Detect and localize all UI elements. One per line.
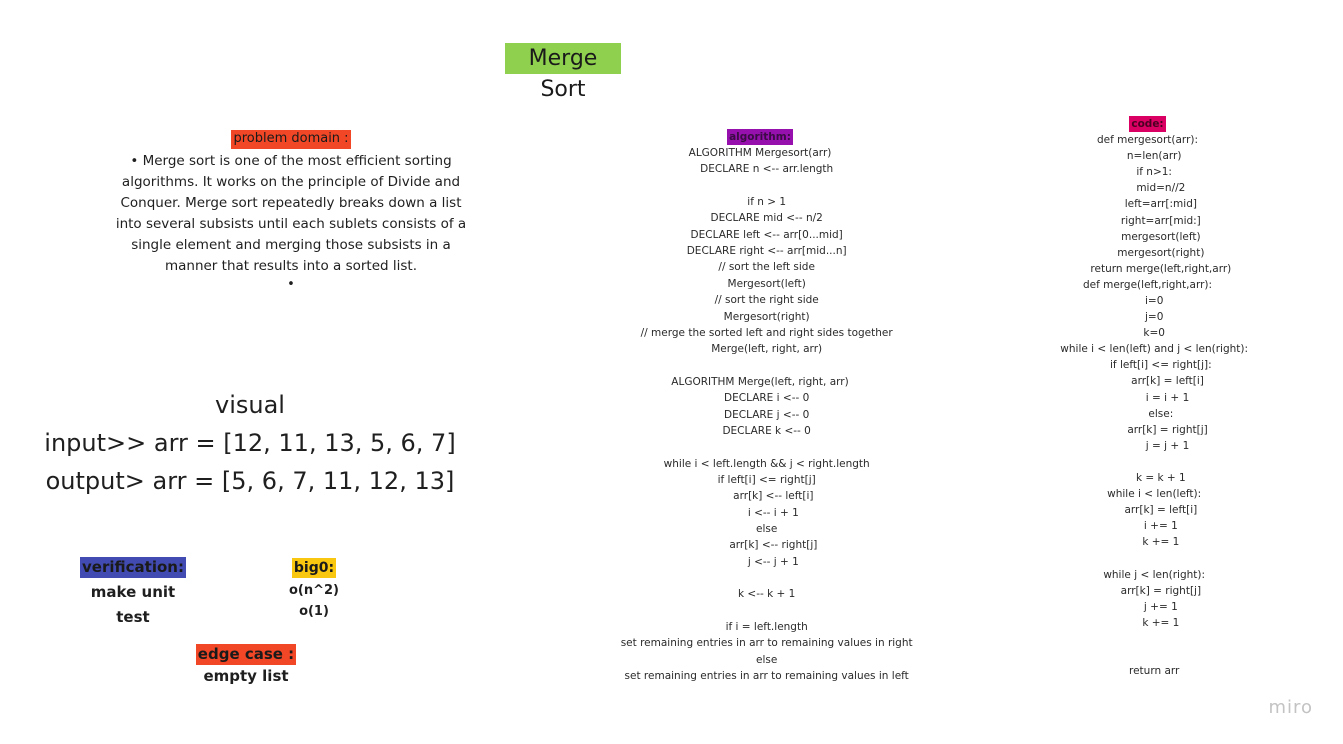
algorithm-line: DECLARE j <-- 0: [710, 408, 810, 421]
algorithm-line: [590, 603, 930, 619]
code-line: right=arr[mid:]: [1094, 214, 1201, 227]
visual-input: input>> arr = [12, 11, 13, 5, 6, 7]: [44, 429, 456, 457]
algorithm-line: while i < left.length && j < right.lengt…: [650, 457, 870, 470]
code-line: if n>1:: [1123, 166, 1172, 179]
code-line: while i < len(left) and j < len(right):: [1046, 343, 1249, 356]
code-line: i = i + 1: [1105, 391, 1190, 404]
code-line: arr[k] = left[i]: [1097, 504, 1198, 517]
code-line: arr[k] = right[j]: [1087, 423, 1208, 436]
algorithm-line: arr[k] <-- right[j]: [702, 539, 818, 552]
code-line: i += 1: [1117, 520, 1178, 533]
algorithm-line: DECLARE left <-- arr[0...mid]: [677, 228, 843, 241]
problem-domain-text: • Merge sort is one of the most efficien…: [115, 152, 467, 274]
algorithm-line: Mergesort(left): [714, 277, 806, 290]
algorithm-line: ALGORITHM Merge(left, right, arr): [671, 375, 849, 388]
algorithm-line: DECLARE n <-- arr.length: [686, 163, 834, 176]
problem-domain-heading: problem domain :: [231, 130, 351, 149]
code-line: else:: [1121, 407, 1174, 420]
algorithm-line: Merge(left, right, arr): [697, 343, 823, 356]
algorithm-line: DECLARE mid <-- n/2: [697, 212, 823, 225]
algorithm-line: [590, 439, 930, 455]
edge-case-heading: edge case :: [195, 644, 297, 666]
code-line: k = k + 1: [1109, 472, 1186, 485]
code-line: mergesort(left): [1094, 230, 1201, 243]
code-line: left=arr[:mid]: [1098, 198, 1197, 211]
code-line: j += 1: [1117, 600, 1178, 613]
problem-domain-card[interactable]: problem domain : • Merge sort is one of …: [110, 127, 472, 292]
code-line: if left[i] <= right[j]:: [1083, 359, 1212, 372]
algorithm-line: else: [742, 653, 778, 666]
algorithm-lines: ALGORITHM Mergesort(arr) DECLARE n <-- a…: [590, 145, 930, 684]
algorithm-line: // sort the right side: [701, 294, 819, 307]
edge-case-card[interactable]: edge case : empty list: [188, 644, 304, 687]
visual-card[interactable]: visual input>> arr = [12, 11, 13, 5, 6, …: [40, 386, 460, 500]
code-card[interactable]: code: def mergesort(arr): n=len(arr) if …: [1030, 112, 1265, 679]
algorithm-line: // sort the left side: [705, 261, 815, 274]
code-line: return merge(left,right,arr): [1063, 262, 1232, 275]
code-line: n=len(arr): [1113, 150, 1182, 163]
visual-output: output> arr = [5, 6, 7, 11, 12, 13]: [45, 467, 455, 495]
algorithm-line: [590, 358, 930, 374]
algorithm-line: [590, 178, 930, 194]
algorithm-line: DECLARE i <-- 0: [710, 392, 810, 405]
code-line: while j < len(right):: [1089, 568, 1206, 581]
algorithm-line: set remaining entries in arr to remainin…: [607, 637, 913, 650]
algorithm-line: set remaining entries in arr to remainin…: [611, 670, 909, 683]
empty-bullet: •: [287, 276, 295, 292]
code-line: k=0: [1130, 327, 1165, 340]
algorithm-line: else: [742, 522, 778, 535]
code-heading: code:: [1129, 116, 1166, 133]
algorithm-line: if i = left.length: [712, 621, 808, 634]
code-line: return arr: [1115, 665, 1180, 678]
big-o-space: o(1): [299, 604, 329, 620]
code-line: arr[k] = left[i]: [1091, 375, 1204, 388]
code-lines: def mergesort(arr): n=len(arr) if n>1: m…: [1030, 132, 1265, 679]
verification-card[interactable]: verification: make unit test: [78, 557, 188, 630]
board-title[interactable]: Merge Sort: [505, 43, 621, 102]
code-line: j=0: [1131, 311, 1164, 324]
code-line: while i < len(left):: [1093, 488, 1202, 501]
algorithm-line: if n > 1: [733, 196, 787, 209]
code-line: i=0: [1131, 295, 1164, 307]
big-o-time: o(n^2): [288, 583, 339, 599]
verification-text: make unit test: [90, 583, 176, 627]
algorithm-line: DECLARE k <-- 0: [709, 424, 811, 437]
code-line: mid=n//2: [1109, 182, 1186, 195]
algorithm-card[interactable]: algorithm: ALGORITHM Mergesort(arr) DECL…: [590, 125, 930, 684]
algorithm-line: k <-- k + 1: [724, 588, 796, 601]
algorithm-line: i <-- i + 1: [721, 506, 799, 519]
algorithm-line: j <-- j + 1: [721, 555, 799, 568]
code-line: def merge(left,right,arr):: [1082, 278, 1213, 291]
algorithm-line: if left[i] <= right[j]: [704, 473, 816, 486]
algorithm-line: DECLARE right <-- arr[mid...n]: [673, 245, 847, 258]
algorithm-line: Mergesort(right): [710, 310, 810, 323]
visual-label: visual: [215, 391, 285, 419]
algorithm-heading: algorithm:: [727, 129, 793, 146]
algorithm-line: [590, 570, 930, 586]
code-line: def mergesort(arr):: [1096, 134, 1199, 147]
algorithm-line: // merge the sorted left and right sides…: [627, 326, 893, 339]
verification-heading: verification:: [80, 557, 186, 579]
miro-logo: miro: [1268, 697, 1313, 718]
edge-case-text: empty list: [203, 667, 289, 686]
code-line: arr[k] = right[j]: [1093, 584, 1202, 597]
code-line: mergesort(right): [1090, 246, 1205, 259]
code-line: j = j + 1: [1105, 439, 1190, 452]
big-o-heading: big0:: [291, 558, 337, 579]
code-line: k += 1: [1115, 616, 1180, 629]
big-o-card[interactable]: big0: o(n^2) o(1): [268, 557, 360, 622]
algorithm-line: ALGORITHM Mergesort(arr): [688, 147, 832, 160]
code-line: k += 1: [1115, 536, 1180, 549]
algorithm-line: arr[k] <-- left[i]: [706, 490, 814, 503]
